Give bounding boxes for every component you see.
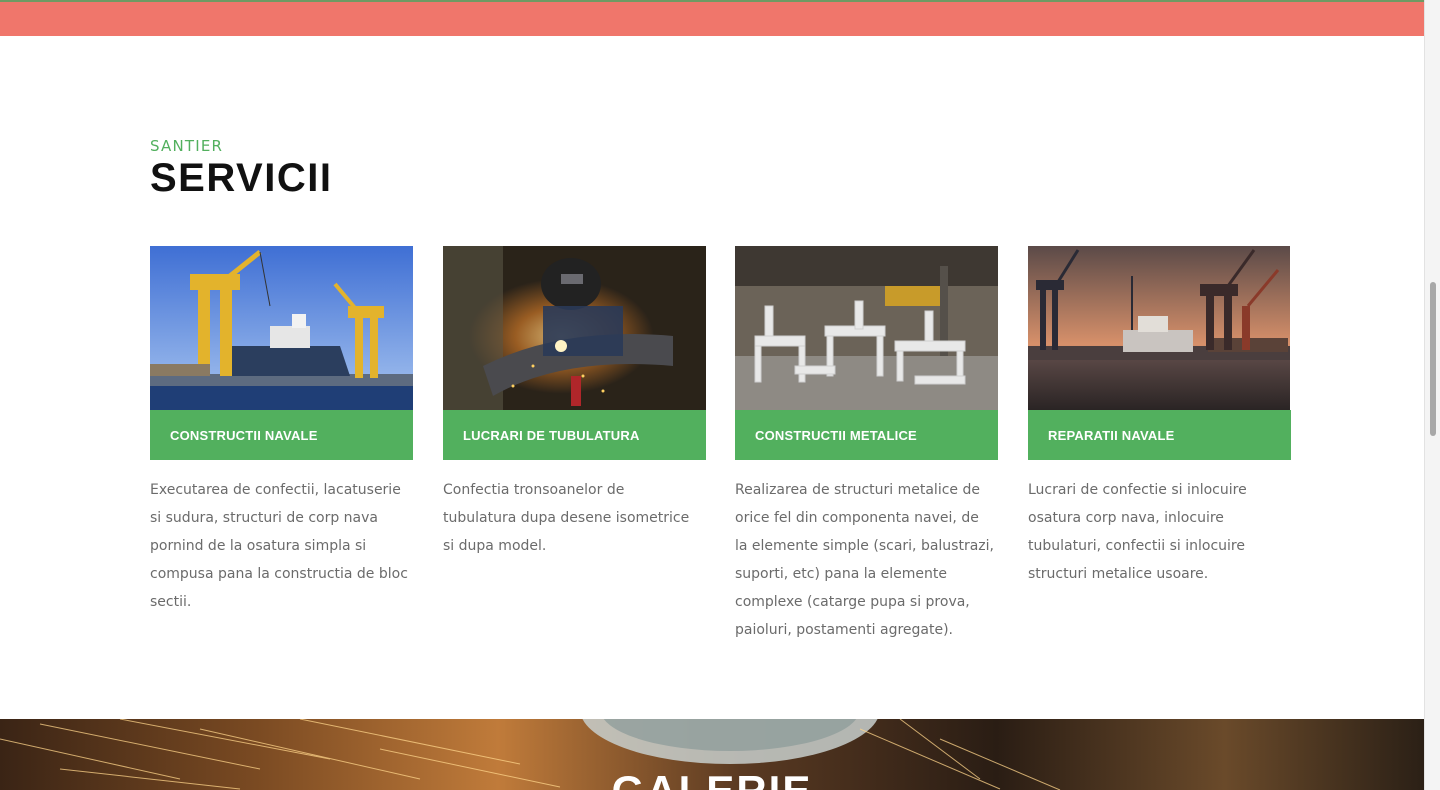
section-eyebrow: SANTIER xyxy=(150,137,224,155)
service-title[interactable]: CONSTRUCTII NAVALE xyxy=(150,410,413,460)
service-card-constructii-navale[interactable]: CONSTRUCTII NAVALE Executarea de confect… xyxy=(150,246,413,616)
scrollbar-thumb[interactable] xyxy=(1430,282,1436,436)
service-card-constructii-metalice[interactable]: CONSTRUCTII METALICE Realizarea de struc… xyxy=(735,246,998,644)
page-scrollbar[interactable] xyxy=(1424,0,1440,790)
top-header-bar xyxy=(0,0,1424,36)
service-description: Executarea de confectii, lacatuserie si … xyxy=(150,482,408,610)
gallery-banner: GALERIE xyxy=(0,719,1424,790)
metal-structures-image[interactable] xyxy=(735,246,998,410)
service-title[interactable]: LUCRARI DE TUBULATURA xyxy=(443,410,706,460)
shipyard-cranes-image[interactable] xyxy=(150,246,413,410)
service-card-lucrari-tubulatura[interactable]: LUCRARI DE TUBULATURA Confectia tronsoan… xyxy=(443,246,706,560)
service-description: Confectia tronsoanelor de tubulatura dup… xyxy=(443,482,690,554)
services-section: SANTIER SERVICII CONSTRUCTII NAVALE Exec… xyxy=(0,36,1424,719)
service-description: Realizarea de structuri metalice de oric… xyxy=(735,482,994,638)
section-title: SERVICII xyxy=(150,156,333,200)
service-title[interactable]: REPARATII NAVALE xyxy=(1028,410,1291,460)
gallery-title: GALERIE xyxy=(0,767,1424,790)
service-title[interactable]: CONSTRUCTII METALICE xyxy=(735,410,998,460)
service-description: Lucrari de confectie si inlocuire osatur… xyxy=(1028,482,1247,582)
harbor-sunset-image[interactable] xyxy=(1028,246,1291,410)
service-card-reparatii-navale[interactable]: REPARATII NAVALE Lucrari de confectie si… xyxy=(1028,246,1291,588)
welder-pipe-image[interactable] xyxy=(443,246,706,410)
